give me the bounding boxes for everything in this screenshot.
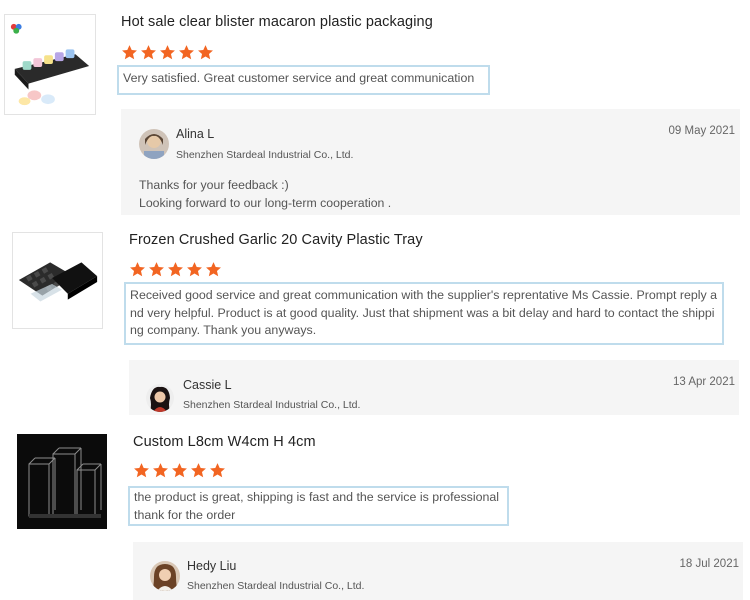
comment-line: the product is great, shipping is fast a… xyxy=(134,490,500,504)
rating-stars xyxy=(129,261,222,278)
product-image-clear-box[interactable] xyxy=(17,434,107,529)
reply-text: Thanks for your feedback :) Looking forw… xyxy=(139,177,391,212)
review-comment: the product is great, shipping is fast a… xyxy=(128,486,509,526)
avatar xyxy=(150,561,180,591)
rating-stars xyxy=(121,44,214,61)
review-comment: Received good service and great communic… xyxy=(124,282,724,345)
review-comment: Very satisfied. Great customer service a… xyxy=(117,65,490,95)
star-icon xyxy=(153,463,168,478)
product-image-tray[interactable] xyxy=(12,232,103,329)
reply-author-name: Hedy Liu xyxy=(187,559,237,573)
avatar xyxy=(139,129,169,159)
comment-line: thank for the order xyxy=(134,507,236,522)
reply-date: 09 May 2021 xyxy=(668,125,736,137)
reply-company[interactable]: Shenzhen Stardeal Industrial Co., Ltd. xyxy=(176,149,353,161)
star-icon xyxy=(172,463,187,478)
reply-line: Thanks for your feedback :) xyxy=(139,178,289,192)
star-icon xyxy=(168,262,183,277)
star-icon xyxy=(130,262,145,277)
product-title[interactable]: Hot sale clear blister macaron plastic p… xyxy=(121,14,433,30)
reply-date: 18 Jul 2021 xyxy=(679,558,739,570)
star-icon xyxy=(141,45,156,60)
rating-stars xyxy=(133,462,226,479)
star-icon xyxy=(210,463,225,478)
star-icon xyxy=(160,45,175,60)
star-icon xyxy=(134,463,149,478)
star-icon xyxy=(206,262,221,277)
star-icon xyxy=(179,45,194,60)
supplier-reply: Cassie L Shenzhen Stardeal Industrial Co… xyxy=(129,360,739,415)
reply-company[interactable]: Shenzhen Stardeal Industrial Co., Ltd. xyxy=(183,399,360,411)
star-icon xyxy=(187,262,202,277)
reply-author-name: Alina L xyxy=(176,127,215,141)
comment-line: ng company. Thank you anyways. xyxy=(130,323,317,337)
reply-date: 13 Apr 2021 xyxy=(672,376,735,388)
star-icon xyxy=(191,463,206,478)
comment-line: Received good service and great communic… xyxy=(130,288,718,302)
product-image-macaron[interactable] xyxy=(4,14,96,115)
avatar xyxy=(146,384,174,412)
star-icon xyxy=(149,262,164,277)
product-title[interactable]: Custom L8cm W4cm H 4cm xyxy=(133,434,316,450)
comment-line: Very satisfied. Great customer service a… xyxy=(123,71,475,85)
star-icon xyxy=(122,45,137,60)
product-title[interactable]: Frozen Crushed Garlic 20 Cavity Plastic … xyxy=(129,232,423,248)
reply-company[interactable]: Shenzhen Stardeal Industrial Co., Ltd. xyxy=(187,580,364,592)
supplier-reply: Alina L Shenzhen Stardeal Industrial Co.… xyxy=(121,109,740,215)
reply-line: Looking forward to our long-term coopera… xyxy=(139,195,392,210)
supplier-reply: Hedy Liu Shenzhen Stardeal Industrial Co… xyxy=(133,542,743,600)
reply-author-name: Cassie L xyxy=(183,378,232,392)
star-icon xyxy=(198,45,213,60)
comment-line: nd very helpful. Product is at good qual… xyxy=(130,305,715,320)
